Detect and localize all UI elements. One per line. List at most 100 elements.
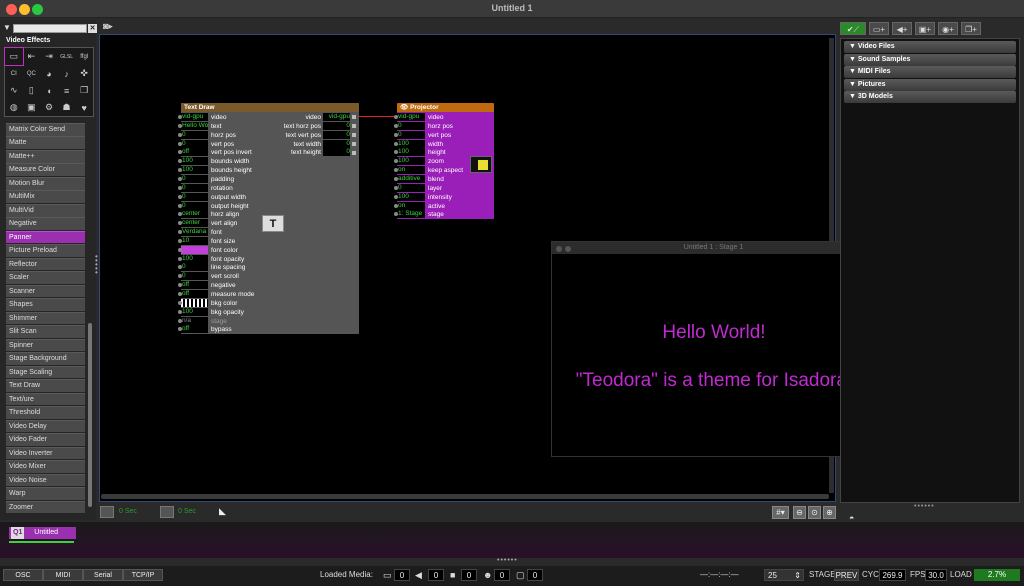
- input-port-dot[interactable]: [394, 123, 398, 128]
- input-port[interactable]: 10 font size: [178, 236, 235, 246]
- actor-list-item[interactable]: Threshold: [6, 406, 85, 419]
- input-port-dot[interactable]: [178, 318, 182, 323]
- osc-button[interactable]: OSC: [3, 569, 43, 581]
- ffgl-icon[interactable]: ffgl: [75, 48, 93, 65]
- stage-close-button[interactable]: [556, 246, 562, 252]
- stage-title-bar[interactable]: Untitled 1 : Stage 1: [552, 242, 875, 254]
- frame-icon[interactable]: ▭: [4, 47, 24, 66]
- input-value[interactable]: 10: [181, 236, 208, 245]
- input-value[interactable]: Verdana: [181, 228, 208, 237]
- output-port[interactable]: video vid-gpu: [305, 113, 356, 122]
- zoom-fit-icon[interactable]: ⊙: [808, 506, 821, 519]
- input-port-dot[interactable]: [178, 300, 182, 305]
- palette-icon[interactable]: ◕: [40, 65, 58, 82]
- actor-search-input[interactable]: [13, 24, 87, 33]
- add-sound-button[interactable]: ◀+: [892, 22, 912, 35]
- disclosure-arrow-icon[interactable]: ▼: [3, 23, 11, 32]
- input-port[interactable]: off negative: [178, 281, 236, 290]
- phone-icon[interactable]: ▯: [23, 82, 41, 99]
- scene-tab[interactable]: Q1 Untitled: [9, 527, 76, 539]
- input-value[interactable]: 0: [181, 201, 208, 210]
- input-port[interactable]: 0 horz pos: [178, 130, 236, 140]
- check-icon[interactable]: ✔⟋: [840, 22, 866, 35]
- input-port[interactable]: 100 font opacity: [178, 254, 244, 264]
- actor-title[interactable]: 👁 Projector: [397, 103, 494, 112]
- input-value[interactable]: 0: [181, 183, 208, 192]
- disclosure-arrow-icon[interactable]: ▼: [849, 68, 858, 75]
- media-section-header[interactable]: ▼ Sound Samples: [844, 53, 1016, 66]
- mail-icon[interactable]: [160, 506, 174, 518]
- input-value[interactable]: on: [397, 166, 425, 175]
- input-value[interactable]: 100: [181, 254, 208, 263]
- input-value[interactable]: [181, 298, 208, 307]
- input-port[interactable]: 0 layer: [394, 183, 442, 193]
- mouse-icon[interactable]: ◖: [40, 82, 58, 99]
- input-value[interactable]: 100: [397, 157, 425, 166]
- input-value[interactable]: 0: [397, 183, 425, 192]
- input-port-dot[interactable]: [394, 176, 398, 181]
- input-value[interactable]: 0: [397, 121, 425, 130]
- media-section-header[interactable]: ▼ 3D Models: [844, 91, 1016, 103]
- input-port[interactable]: 0 line spacing: [178, 263, 245, 272]
- actor-list-item[interactable]: MultiVid: [6, 203, 85, 217]
- output-port-dot[interactable]: [352, 115, 356, 120]
- ci-icon[interactable]: CI: [5, 65, 23, 82]
- input-port[interactable]: 100 intensity: [394, 192, 452, 202]
- edit-icon[interactable]: [100, 506, 114, 518]
- wave-icon[interactable]: ∿: [5, 82, 23, 99]
- actor-list-item[interactable]: MultiMix: [6, 190, 85, 204]
- add-midi-button[interactable]: ▣+: [915, 22, 935, 35]
- input-port-dot[interactable]: [178, 238, 182, 243]
- actor-list-item[interactable]: Video Inverter: [6, 446, 85, 460]
- input-port[interactable]: 100 bounds height: [178, 166, 252, 175]
- chip-icon[interactable]: ▣: [23, 99, 41, 116]
- input-port-dot[interactable]: [178, 141, 182, 146]
- output-port-dot[interactable]: [352, 132, 356, 137]
- media-section-header[interactable]: ▼ Pictures: [844, 78, 1016, 91]
- prev-button[interactable]: PREV: [834, 569, 859, 581]
- input-port-dot[interactable]: [178, 194, 182, 199]
- input-value[interactable]: 0: [181, 130, 208, 139]
- input-value[interactable]: vid-gpu: [181, 113, 208, 121]
- actor-list-item[interactable]: Matrix Color Send: [6, 123, 85, 136]
- actor-list-item[interactable]: Stage Background: [6, 352, 85, 365]
- input-port[interactable]: 100 bounds width: [178, 157, 249, 166]
- input-port[interactable]: 100 width: [394, 139, 443, 149]
- actor-list-item[interactable]: Picture Preload: [6, 244, 85, 257]
- input-value[interactable]: center: [181, 210, 208, 219]
- actor-list-item[interactable]: Video Fader: [6, 433, 85, 446]
- zoom-out-icon[interactable]: ⊖: [793, 506, 806, 519]
- input-port[interactable]: 1: Stage stage: [394, 210, 444, 219]
- heart-icon[interactable]: ♥: [75, 99, 93, 116]
- input-value[interactable]: off: [181, 148, 208, 157]
- sliders-icon[interactable]: ≡: [58, 82, 76, 99]
- input-value[interactable]: off: [181, 325, 208, 334]
- actor-list-item[interactable]: Shapes: [6, 298, 85, 311]
- input-value[interactable]: 0: [181, 174, 208, 183]
- arrow-out-icon[interactable]: ⇥: [40, 48, 58, 65]
- input-port[interactable]: 0 rotation: [178, 183, 233, 193]
- add-3d-button[interactable]: ❐+: [961, 22, 981, 35]
- input-port[interactable]: 0 vert pos: [394, 130, 451, 140]
- antenna-icon[interactable]: ◍: [5, 99, 23, 116]
- input-value[interactable]: 100: [181, 157, 208, 166]
- speaker-icon[interactable]: ♪: [58, 65, 76, 82]
- input-value[interactable]: 0: [397, 130, 425, 139]
- actor-list-item[interactable]: Scanner: [6, 284, 85, 298]
- input-value[interactable]: n/a: [181, 316, 208, 325]
- input-port[interactable]: 0 vert pos: [178, 139, 234, 149]
- input-value[interactable]: 0: [181, 263, 208, 272]
- qc-icon[interactable]: QC: [23, 65, 41, 82]
- input-port[interactable]: additive blend: [394, 174, 444, 184]
- input-port-dot[interactable]: [394, 132, 398, 137]
- input-port[interactable]: vid-gpu video: [178, 113, 227, 122]
- input-port-dot[interactable]: [178, 132, 182, 137]
- input-port[interactable]: 0 padding: [178, 174, 234, 184]
- output-port-dot[interactable]: [352, 141, 356, 146]
- panel-resize-handle-icon[interactable]: ••••••: [914, 503, 935, 510]
- stage-minimize-button[interactable]: [565, 246, 571, 252]
- input-port[interactable]: Hello Wo text: [178, 121, 221, 131]
- input-port-dot[interactable]: [394, 194, 398, 199]
- input-port[interactable]: 0 output height: [178, 201, 249, 211]
- pages-icon[interactable]: ❐: [75, 82, 93, 99]
